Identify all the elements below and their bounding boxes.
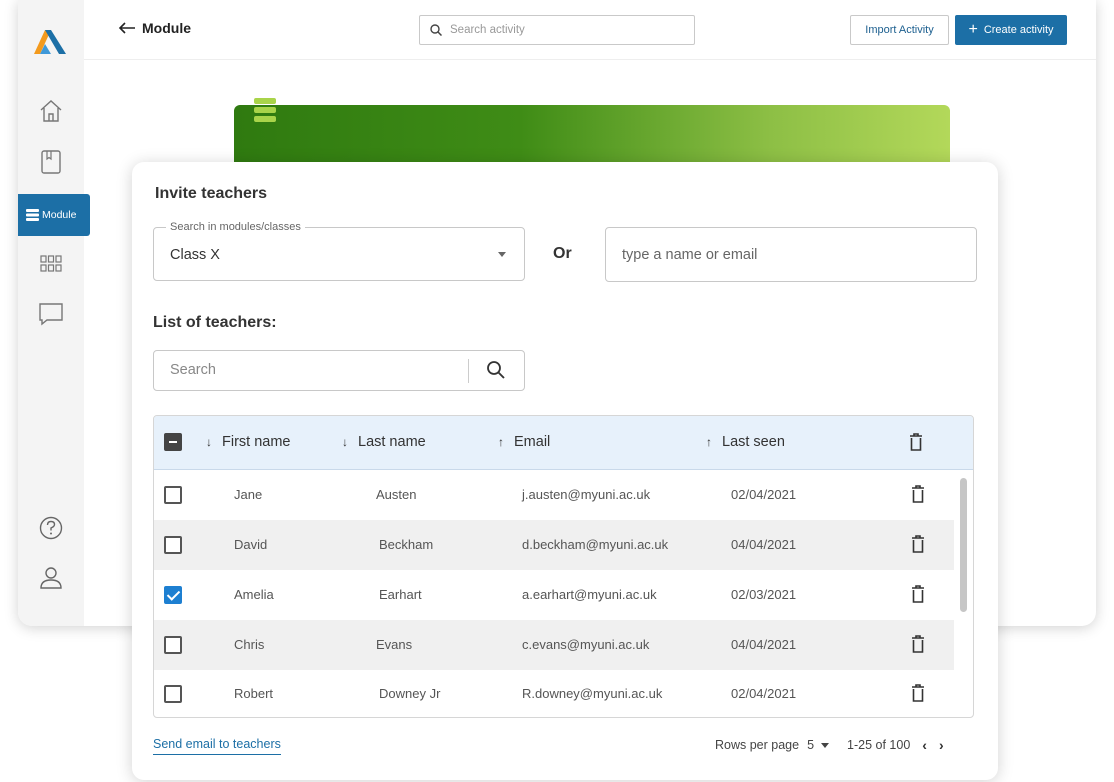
table-scrollbar[interactable] (960, 478, 967, 612)
row-checkbox[interactable] (164, 586, 182, 604)
cell-first-name: Chris (234, 637, 265, 652)
teachers-table: ↓ First name ↓ Last name ↑ Email ↑ Last … (153, 415, 974, 718)
create-activity-label: Create activity (983, 24, 1054, 36)
panel-title: Invite teachers (155, 185, 268, 202)
teacher-search-placeholder: Search (170, 362, 216, 378)
activity-search-placeholder: Search activity (450, 24, 525, 36)
select-value: Class X (170, 247, 220, 263)
column-label: Last seen (722, 434, 785, 450)
caret-down-icon[interactable] (821, 742, 830, 748)
table-row[interactable]: Jane Austen j.austen@myuni.ac.uk 02/04/2… (154, 470, 954, 520)
cell-last-seen: 04/04/2021 (731, 637, 797, 652)
caret-down-icon (498, 252, 506, 257)
rows-per-page-select[interactable]: 5 (807, 738, 814, 752)
cell-email: j.austen@myuni.ac.uk (522, 487, 651, 502)
list-title: List of teachers: (153, 314, 277, 331)
book-icon[interactable] (38, 149, 64, 175)
sort-arrow-icon: ↑ (706, 435, 712, 449)
trash-icon[interactable] (911, 485, 925, 503)
column-label: Email (514, 434, 551, 450)
chevron-right-icon[interactable]: › (939, 737, 944, 753)
row-checkbox[interactable] (164, 486, 182, 504)
back-button[interactable]: Module (118, 20, 191, 36)
row-checkbox[interactable] (164, 685, 182, 703)
back-label: Module (142, 20, 191, 36)
sidebar-item-label: Module (42, 209, 77, 221)
cell-last-name: Evans (376, 637, 413, 652)
cell-last-name: Earhart (379, 587, 422, 602)
create-activity-button[interactable]: + Create activity (955, 15, 1067, 45)
cell-email: R.downey@myuni.ac.uk (522, 686, 663, 701)
search-icon[interactable] (486, 360, 506, 380)
module-class-select[interactable]: Search in modules/classes Class X (153, 221, 525, 281)
cell-first-name: Jane (234, 487, 263, 502)
app-logo[interactable] (32, 26, 70, 56)
search-icon (430, 24, 442, 36)
row-checkbox[interactable] (164, 536, 182, 554)
cell-email: a.earhart@myuni.ac.uk (522, 587, 657, 602)
chat-icon[interactable] (38, 301, 64, 327)
user-icon[interactable] (38, 565, 64, 591)
help-icon[interactable] (38, 515, 64, 541)
sidebar: Module (18, 0, 90, 626)
module-stack-icon (254, 98, 276, 122)
sort-arrow-icon: ↑ (498, 435, 504, 449)
select-all-checkbox[interactable] (164, 433, 182, 451)
teacher-search-input[interactable]: Search (153, 350, 525, 391)
cell-first-name: Amelia (234, 587, 274, 602)
table-header: ↓ First name ↓ Last name ↑ Email ↑ Last … (154, 416, 973, 470)
cell-last-seen: 04/04/2021 (731, 537, 797, 552)
cell-first-name: Robert (234, 686, 274, 701)
plus-icon: + (968, 21, 978, 38)
column-header-last-seen[interactable]: ↑ Last seen (706, 434, 785, 450)
row-checkbox[interactable] (164, 636, 182, 654)
cell-last-name: Downey Jr (379, 686, 441, 701)
column-label: First name (222, 434, 291, 450)
import-activity-button[interactable]: Import Activity (850, 15, 949, 45)
cell-first-name: David (234, 537, 268, 552)
pagination: Rows per page 5 1-25 of 100 ‹ › (715, 737, 944, 753)
invite-teachers-panel: Invite teachers Search in modules/classe… (132, 162, 998, 780)
or-label: Or (553, 245, 572, 262)
trash-icon[interactable] (911, 585, 925, 603)
table-row[interactable]: Amelia Earhart a.earhart@myuni.ac.uk 02/… (154, 570, 954, 620)
table-row[interactable]: Chris Evans c.evans@myuni.ac.uk 04/04/20… (154, 620, 954, 670)
trash-icon[interactable] (911, 635, 925, 653)
cell-email: c.evans@myuni.ac.uk (522, 637, 650, 652)
cell-last-name: Austen (376, 487, 417, 502)
column-header-first-name[interactable]: ↓ First name (206, 434, 291, 450)
module-icon (26, 209, 39, 221)
table-row[interactable]: Robert Downey Jr R.downey@myuni.ac.uk 02… (154, 669, 954, 717)
sort-arrow-icon: ↓ (342, 435, 348, 449)
table-row[interactable]: David Beckham d.beckham@myuni.ac.uk 04/0… (154, 520, 954, 570)
activity-search-input[interactable]: Search activity (419, 15, 695, 45)
cell-last-seen: 02/04/2021 (731, 487, 797, 502)
sidebar-item-module[interactable]: Module (18, 194, 90, 236)
select-legend: Search in modules/classes (166, 221, 305, 233)
delete-all-icon[interactable] (909, 433, 923, 451)
trash-icon[interactable] (911, 684, 925, 702)
sort-arrow-icon: ↓ (206, 435, 212, 449)
page-range: 1-25 of 100 (847, 738, 911, 752)
name-email-input[interactable] (605, 227, 977, 282)
column-label: Last name (358, 434, 426, 450)
trash-icon[interactable] (911, 535, 925, 553)
search-divider (468, 359, 469, 383)
cell-email: d.beckham@myuni.ac.uk (522, 537, 669, 552)
home-icon[interactable] (38, 98, 64, 124)
cell-last-seen: 02/04/2021 (731, 686, 797, 701)
column-header-last-name[interactable]: ↓ Last name (342, 434, 426, 450)
send-email-link[interactable]: Send email to teachers (153, 737, 281, 755)
top-bar: Module Search activity Import Activity +… (84, 0, 1096, 60)
cell-last-seen: 02/03/2021 (731, 587, 797, 602)
grid-icon[interactable] (38, 251, 64, 277)
rows-per-page-label: Rows per page (715, 738, 800, 752)
column-header-email[interactable]: ↑ Email (498, 434, 550, 450)
cell-last-name: Beckham (379, 537, 434, 552)
chevron-left-icon[interactable]: ‹ (922, 737, 927, 753)
back-arrow-icon (118, 22, 135, 34)
